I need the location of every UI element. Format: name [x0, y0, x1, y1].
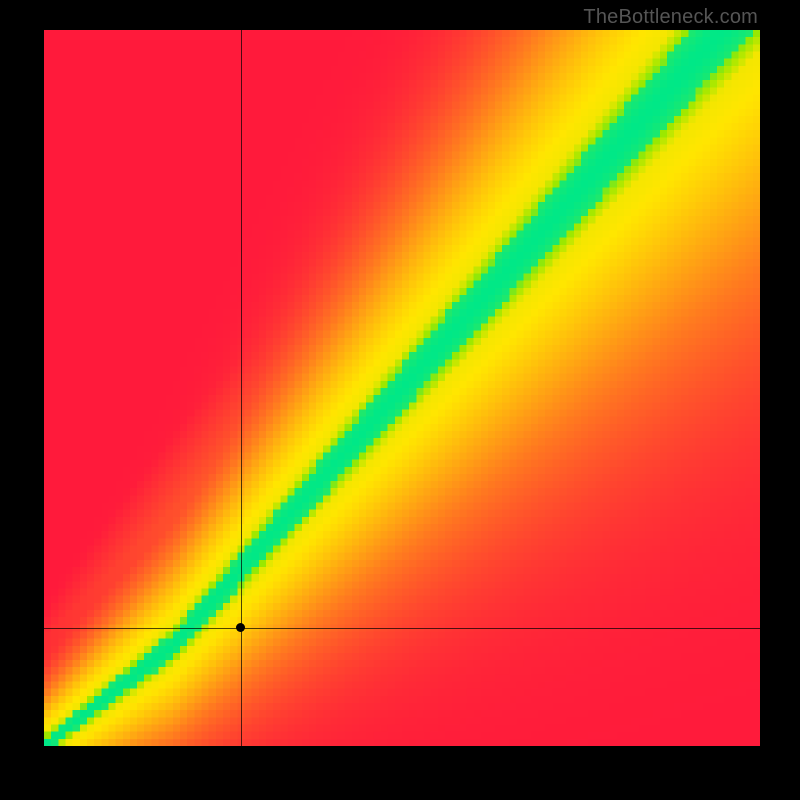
attribution-label: TheBottleneck.com: [583, 6, 758, 29]
plot-area[interactable]: [44, 30, 760, 746]
chart-frame: TheBottleneck.com: [0, 0, 800, 800]
bottleneck-heatmap: [44, 30, 760, 746]
